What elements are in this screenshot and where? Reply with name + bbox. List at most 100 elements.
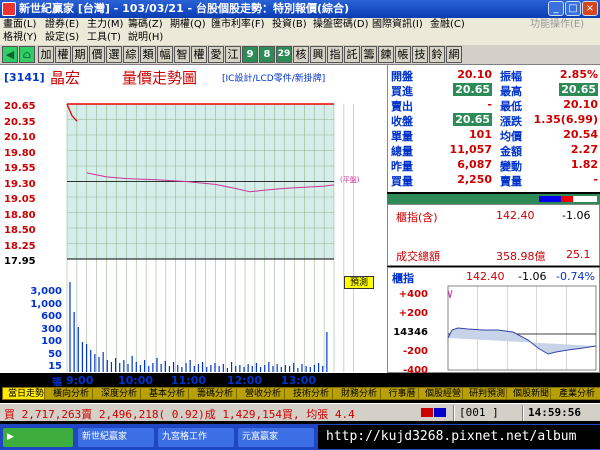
- menu-options[interactable]: 期權(Q): [170, 18, 206, 32]
- toolbar-button[interactable]: 幅: [157, 46, 173, 63]
- analysis-tab[interactable]: 橫向分析: [44, 387, 98, 400]
- toolbar-button[interactable]: 8: [259, 46, 275, 63]
- quote-value: 20.10: [457, 68, 492, 81]
- index-change: -1.06: [562, 209, 591, 222]
- quote-row: 買量 2,250 賣量 -: [388, 173, 600, 188]
- back-icon[interactable]: ◀: [2, 46, 18, 63]
- taskbar-app-yuanfu[interactable]: 元富贏家: [238, 428, 314, 447]
- menu-trading-code[interactable]: 操盤密碼(D): [313, 18, 369, 32]
- quote-value: -: [487, 98, 492, 111]
- quote-value: 2.27: [570, 143, 598, 156]
- quote-row: 收盤 20.65 漲跌 1.35(6.99): [388, 113, 600, 128]
- total-amount-value: 358.98億: [496, 250, 546, 263]
- mini-index-line: [447, 327, 597, 355]
- toolbar-button[interactable]: 帳: [395, 46, 411, 63]
- index-value: 142.40: [496, 209, 535, 222]
- index-mini-chart[interactable]: 櫃指 142.40 -1.06 -0.74% +400 +200 14346 -200…: [387, 267, 600, 376]
- status-separator: [453, 405, 455, 421]
- minimize-button[interactable]: _: [548, 1, 564, 16]
- quote-label: 漲跌: [500, 115, 522, 128]
- analysis-tab[interactable]: 財務分析: [332, 387, 386, 400]
- toolbar-button[interactable]: 價: [89, 46, 105, 63]
- toolbar-button[interactable]: 鈴: [429, 46, 445, 63]
- index-panel: 櫃指(含) 142.40 -1.06 成交總額 358.98億 25.1: [387, 204, 600, 266]
- app-icon[interactable]: [2, 2, 16, 16]
- menu-screen[interactable]: 畫面(L): [3, 18, 36, 32]
- toolbar-button[interactable]: 權: [55, 46, 71, 63]
- analysis-tab[interactable]: 營收分析: [236, 387, 290, 400]
- analysis-tab[interactable]: 研判預測: [462, 387, 512, 400]
- quote-value: 20.65: [453, 83, 492, 96]
- menu-finance[interactable]: 金融(C): [430, 18, 465, 32]
- toolbar-button[interactable]: 9: [242, 46, 258, 63]
- toolbar: ◀ ⌂ 加權期價選綜類幅智權愛江 9 8 29 核興指託籌鍊帳技鈴網: [0, 45, 600, 65]
- menu-view[interactable]: 格視(Y): [3, 31, 37, 45]
- maximize-button[interactable]: □: [565, 1, 581, 16]
- toolbar-button[interactable]: 選: [106, 46, 122, 63]
- toolbar-button[interactable]: 加: [38, 46, 54, 63]
- chart-svg: [66, 103, 355, 372]
- quote-label: 開盤: [391, 70, 413, 83]
- analysis-tab[interactable]: 籌碼分析: [188, 387, 242, 400]
- taskbar-app-winner[interactable]: 新世紀贏家: [78, 428, 154, 447]
- watermark-url: http://kujd3268.pixnet.net/album: [318, 425, 600, 449]
- menu-chips[interactable]: 籌碼(Z): [128, 18, 163, 32]
- menu-investment[interactable]: 投資(B): [272, 18, 307, 32]
- toolbar-button[interactable]: 興: [310, 46, 326, 63]
- analysis-tab[interactable]: 基本分析: [140, 387, 194, 400]
- status-down-indicator: [434, 408, 446, 417]
- depth-empty-segment: [573, 196, 597, 202]
- menu-main-force[interactable]: 主力(M): [87, 18, 123, 32]
- toolbar-button[interactable]: 愛: [208, 46, 224, 63]
- menu-international[interactable]: 國際資訊(I): [372, 18, 423, 32]
- close-button[interactable]: ×: [582, 1, 598, 16]
- quote-panel: 開盤 20.10 振幅 2.85% 買進 20.65 最高 20.65 賣出 - 最低 20.10 收盤…: [387, 65, 600, 192]
- start-button[interactable]: ▶: [3, 428, 73, 447]
- toolbar-button[interactable]: 託: [344, 46, 360, 63]
- toolbar-button[interactable]: 網: [446, 46, 462, 63]
- menu-function-ops[interactable]: 功能操作(E): [530, 18, 584, 32]
- menu-bar: 畫面(L) 證券(E) 主力(M) 籌碼(Z) 期權(Q) 匯市利率(F) 投資…: [0, 18, 600, 48]
- predict-button[interactable]: 預測: [344, 276, 374, 289]
- analysis-tab[interactable]: 技術分析: [284, 387, 338, 400]
- analysis-tab[interactable]: 個股經營: [418, 387, 468, 400]
- home-icon[interactable]: ⌂: [19, 46, 35, 63]
- quote-label: 總量: [391, 145, 413, 158]
- toolbar-button[interactable]: 智: [174, 46, 190, 63]
- toolbar-button[interactable]: 技: [412, 46, 428, 63]
- toolbar-button[interactable]: 權: [191, 46, 207, 63]
- quote-value: 1.35(6.99): [533, 113, 598, 126]
- menu-help[interactable]: 說明(H): [128, 31, 163, 45]
- analysis-tab[interactable]: 產業分析: [550, 387, 600, 400]
- analysis-tab[interactable]: 當日走勢: [2, 387, 50, 400]
- quote-label: 賣量: [500, 175, 522, 188]
- toolbar-button[interactable]: 指: [327, 46, 343, 63]
- analysis-tab[interactable]: 深度分析: [92, 387, 146, 400]
- toolbar-button[interactable]: 期: [72, 46, 88, 63]
- toolbar-button[interactable]: 江: [225, 46, 241, 63]
- quote-label: 振幅: [500, 70, 522, 83]
- menu-tools[interactable]: 工具(T): [87, 31, 121, 45]
- quote-value: 2.85%: [559, 68, 598, 81]
- menu-securities[interactable]: 證券(E): [45, 18, 79, 32]
- quote-label: 收盤: [391, 115, 413, 128]
- price-volume-chart: [3141] 晶宏 量價走勢圖 [IC設計/LCD零件/新掛牌] 20.65 20…: [0, 65, 387, 389]
- bid-ask-depth-bar: [387, 194, 600, 204]
- menu-forex-rates[interactable]: 匯市利率(F): [211, 18, 265, 32]
- mini-plot-frame: [447, 285, 597, 371]
- analysis-tab[interactable]: 個股新聞: [506, 387, 556, 400]
- toolbar-button[interactable]: 類: [140, 46, 156, 63]
- toolbar-button[interactable]: 核: [293, 46, 309, 63]
- quote-label: 單量: [391, 130, 413, 143]
- status-code-field[interactable]: [001 ]: [459, 406, 499, 419]
- toolbar-button[interactable]: 鍊: [378, 46, 394, 63]
- toolbar-button[interactable]: 籌: [361, 46, 377, 63]
- depth-bid-segment: [539, 196, 561, 202]
- taskbar-app-grid[interactable]: 九宮格工作: [158, 428, 234, 447]
- toolbar-button[interactable]: 29: [276, 46, 292, 63]
- quote-label: 最高: [500, 85, 522, 98]
- reference-price-tag: (平盤): [340, 176, 360, 184]
- quote-row: 開盤 20.10 振幅 2.85%: [388, 68, 600, 83]
- toolbar-button[interactable]: 綜: [123, 46, 139, 63]
- menu-settings[interactable]: 設定(S): [45, 31, 79, 45]
